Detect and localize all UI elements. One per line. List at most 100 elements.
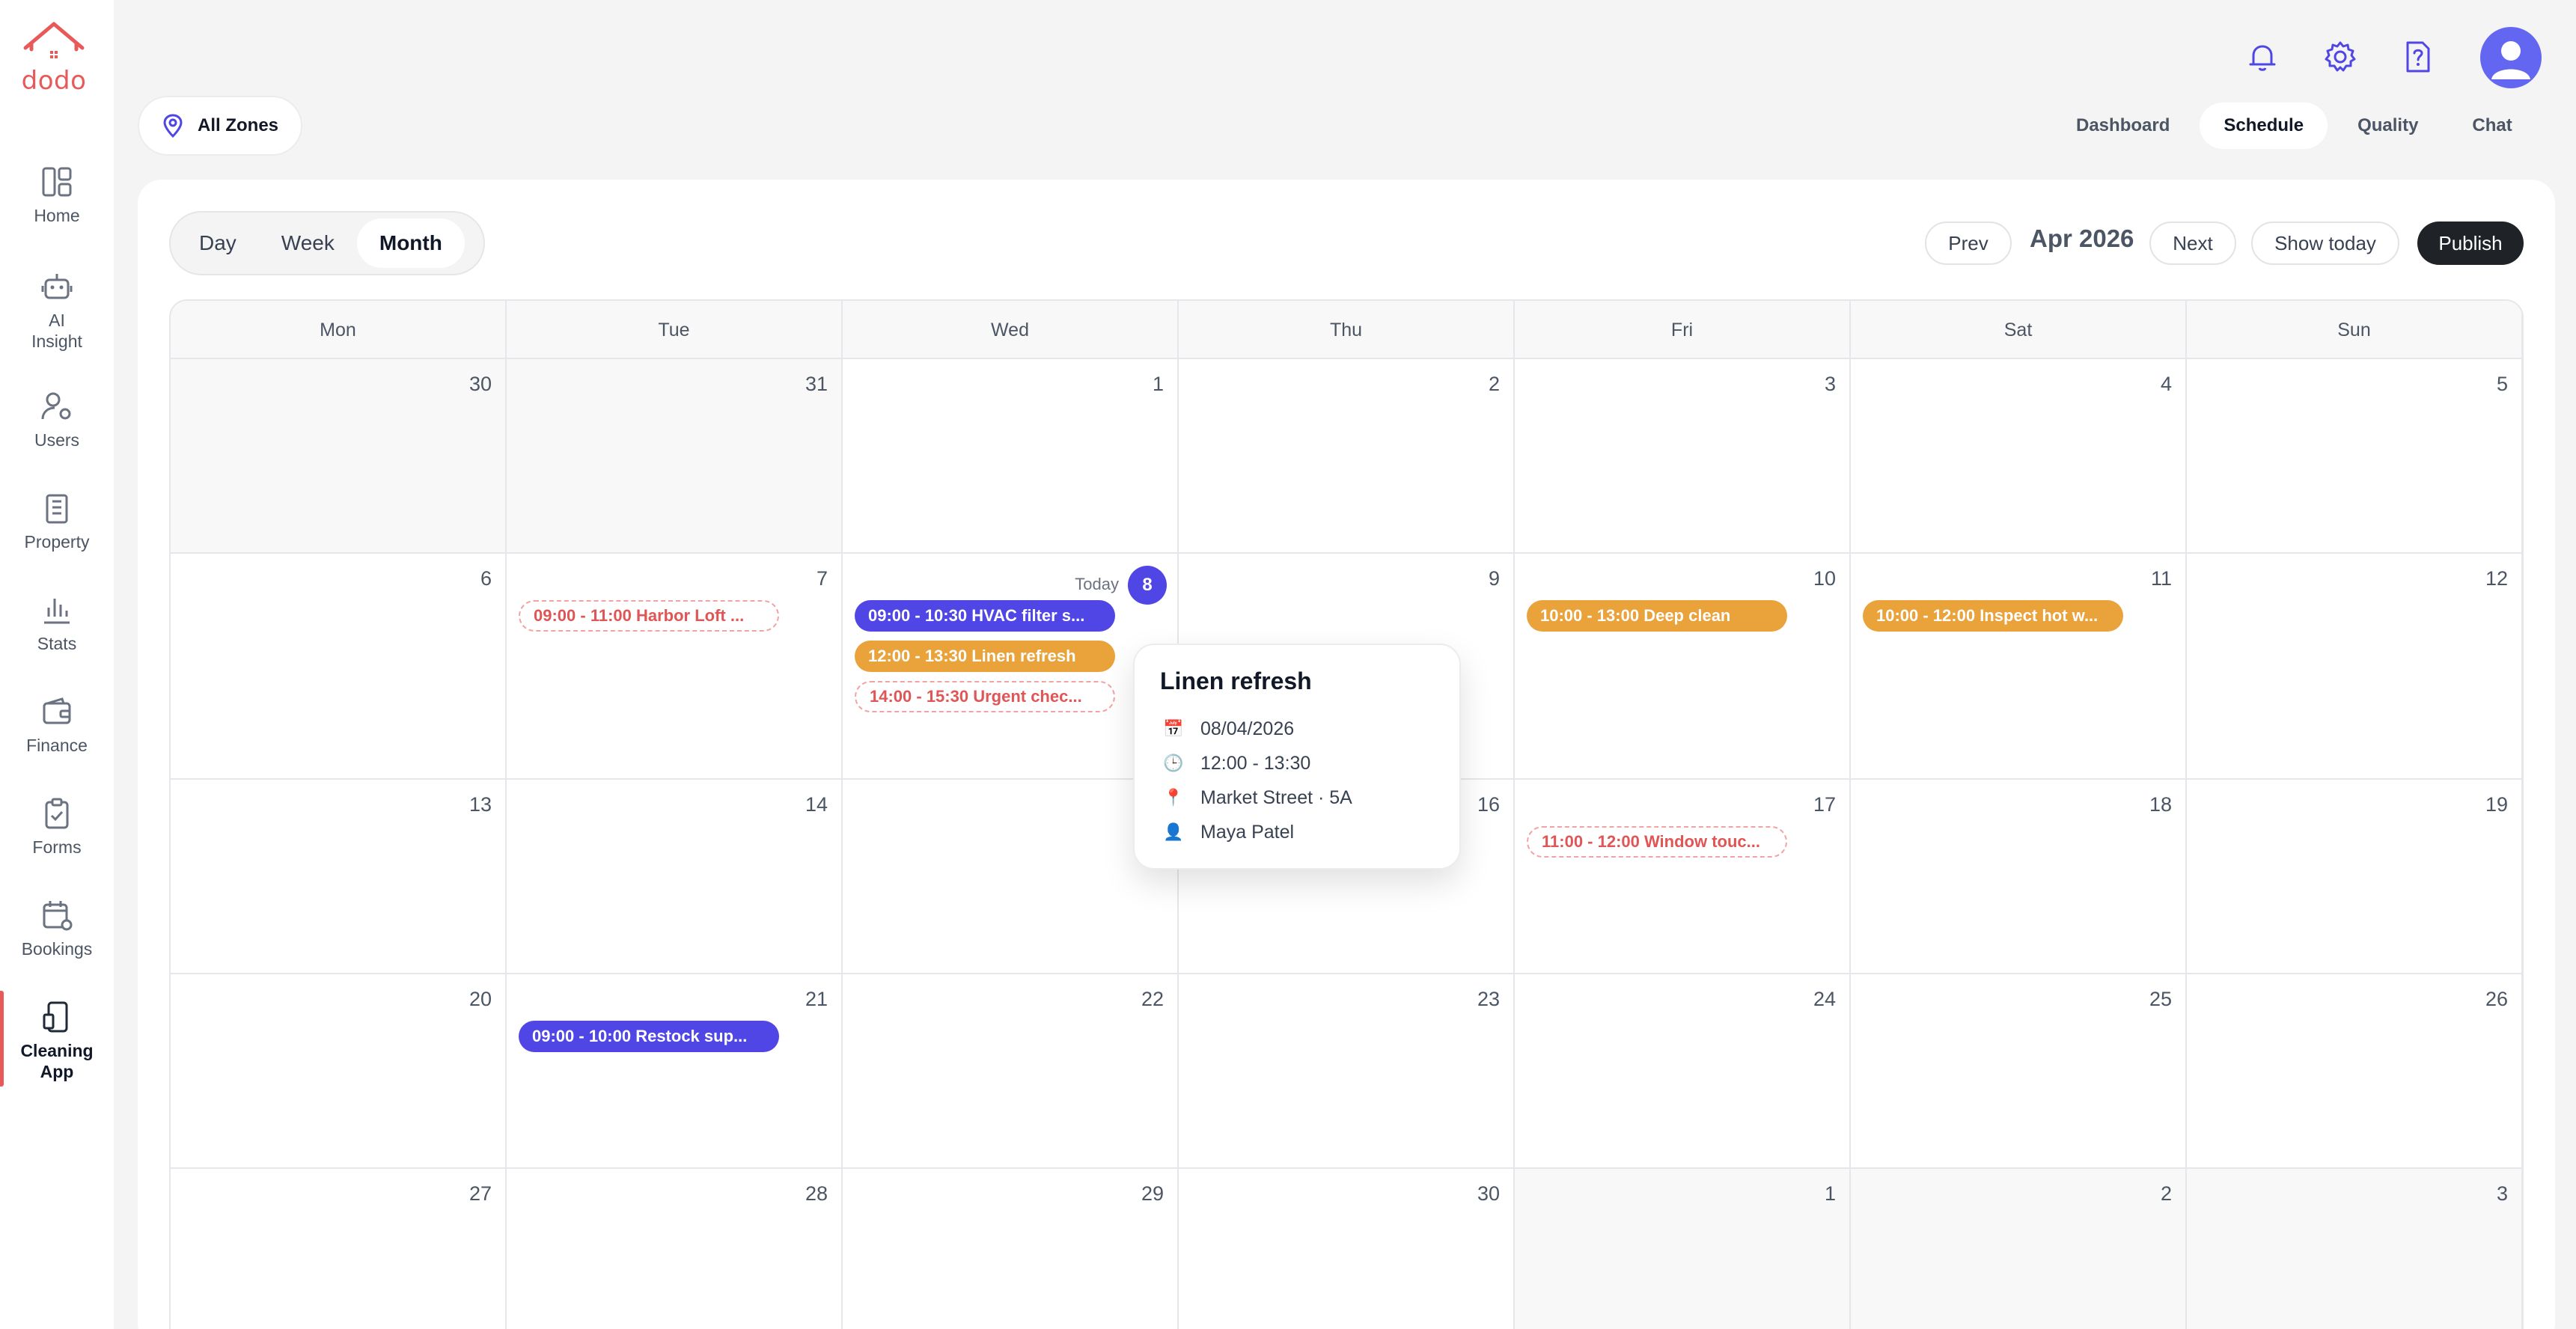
date-number: 14 <box>805 793 828 816</box>
calendar-event[interactable]: 10:00 - 12:00 Inspect hot w... <box>1863 600 2123 632</box>
calendar-day-cell[interactable]: 26 <box>2187 974 2522 1169</box>
calendar-event[interactable]: 11:00 - 12:00 Window touc... <box>1527 826 1787 858</box>
weekday-sat: Sat <box>1851 301 2187 359</box>
calendar-event[interactable]: 09:00 - 10:00 Restock sup... <box>519 1021 779 1052</box>
tab-chat[interactable]: Chat <box>2448 103 2536 149</box>
event-label: 09:00 - 10:30 HVAC filter s... <box>868 606 1085 625</box>
calendar-day-cell[interactable]: 10 10:00 - 13:00 Deep clean <box>1515 554 1851 780</box>
calendar-day-cell[interactable]: 2 <box>1179 359 1515 554</box>
calendar-event[interactable]: 14:00 - 15:30 Urgent chec... <box>855 681 1115 712</box>
popover-title: Linen refresh <box>1160 667 1312 694</box>
popover-date-row: 📅 08/04/2026 <box>1160 712 1434 746</box>
calendar-event[interactable]: 10:00 - 13:00 Deep clean <box>1527 600 1787 632</box>
calendar-day-cell[interactable]: 18 <box>1851 780 2187 974</box>
clipboard-check-icon <box>45 798 69 829</box>
zone-selector[interactable]: All Zones <box>138 96 302 156</box>
calendar-day-cell[interactable]: 5 <box>2187 359 2522 554</box>
building-icon <box>46 494 68 524</box>
next-button[interactable]: Next <box>2149 222 2236 265</box>
calendar-day-cell[interactable]: 7 09:00 - 11:00 Harbor Loft ... <box>507 554 843 780</box>
date-number: 24 <box>1813 988 1836 1010</box>
view-month[interactable]: Month <box>356 219 465 268</box>
calendar-day-cell[interactable]: 25 <box>1851 974 2187 1169</box>
calendar-day-cell[interactable]: 30 <box>171 359 507 554</box>
date-number: 21 <box>805 988 828 1010</box>
calendar-day-cell[interactable]: 11 10:00 - 12:00 Inspect hot w... <box>1851 554 2187 780</box>
calendar-day-cell[interactable]: 15 <box>843 780 1179 974</box>
date-number: 16 <box>1477 793 1500 816</box>
date-number: 7 <box>816 567 828 590</box>
sidebar-item-label: Stats <box>37 634 77 653</box>
view-week[interactable]: Week <box>259 219 357 268</box>
settings-button[interactable] <box>2319 36 2361 78</box>
sidebar-item-property[interactable]: Property <box>0 491 114 552</box>
calendar-day-cell[interactable]: 30 <box>1179 1169 1515 1329</box>
date-number: 22 <box>1141 988 1164 1010</box>
sidebar-item-users[interactable]: Users <box>0 389 114 450</box>
tab-schedule[interactable]: Schedule <box>2200 103 2328 149</box>
sidebar-item-finance[interactable]: Finance <box>0 694 114 756</box>
sidebar-item-bookings[interactable]: Bookings <box>0 898 114 959</box>
show-today-button[interactable]: Show today <box>2251 222 2399 265</box>
calendar-day-cell[interactable]: 19 <box>2187 780 2522 974</box>
calendar-day-cell[interactable]: 21 09:00 - 10:00 Restock sup... <box>507 974 843 1169</box>
tab-quality[interactable]: Quality <box>2334 103 2442 149</box>
calendar-day-cell[interactable]: Today 8 09:00 - 10:30 HVAC filter s... 12:0… <box>843 554 1179 780</box>
weekday-sun: Sun <box>2187 301 2522 359</box>
map-pin-icon <box>163 114 183 138</box>
calendar-day-cell[interactable]: 3 <box>2187 1169 2522 1329</box>
calendar-day-cell[interactable]: 4 <box>1851 359 2187 554</box>
calendar-event[interactable]: 09:00 - 11:00 Harbor Loft ... <box>519 600 779 632</box>
sidebar-item-home[interactable]: Home <box>0 165 114 226</box>
calendar-event[interactable]: 12:00 - 13:30 Linen refresh <box>855 641 1115 672</box>
date-number: 9 <box>1488 567 1500 590</box>
tab-dashboard[interactable]: Dashboard <box>2052 103 2194 149</box>
calendar-icon: 📅 <box>1163 719 1184 739</box>
date-number: 23 <box>1477 988 1500 1010</box>
calendar-day-cell[interactable]: 3 <box>1515 359 1851 554</box>
sidebar-item-stats[interactable]: Stats <box>0 593 114 654</box>
calendar-day-cell[interactable]: 17 11:00 - 12:00 Window touc... <box>1515 780 1851 974</box>
calendar-day-cell[interactable]: 1 <box>1515 1169 1851 1329</box>
date-number: 27 <box>468 1182 492 1205</box>
dodo-logo[interactable]: dodo <box>15 18 93 96</box>
avatar[interactable] <box>2480 27 2542 88</box>
weekday-fri: Fri <box>1515 301 1851 359</box>
calendar-day-cell[interactable]: 20 <box>171 974 507 1169</box>
sidebar-item-forms[interactable]: Forms <box>0 796 114 858</box>
bar-chart-icon <box>44 599 70 624</box>
date-number: 20 <box>468 988 492 1010</box>
view-day[interactable]: Day <box>177 219 259 268</box>
calendar-day-cell[interactable]: 2 <box>1851 1169 2187 1329</box>
date-number: 10 <box>1813 567 1836 590</box>
calendar-day-cell[interactable]: 29 <box>843 1169 1179 1329</box>
calendar-gear-icon <box>43 901 73 931</box>
calendar-day-cell[interactable]: 31 <box>507 359 843 554</box>
calendar-day-cell[interactable]: 14 <box>507 780 843 974</box>
calendar-day-cell[interactable]: 1 <box>843 359 1179 554</box>
calendar-day-cell[interactable]: 23 <box>1179 974 1515 1169</box>
calendar-day-cell[interactable]: 24 <box>1515 974 1851 1169</box>
weekday-thu: Thu <box>1179 301 1515 359</box>
sidebar-item-cleaning-app[interactable]: Cleaning App <box>0 991 114 1087</box>
calendar-day-cell[interactable]: 12 <box>2187 554 2522 780</box>
calendar-event[interactable]: 09:00 - 10:30 HVAC filter s... <box>855 600 1115 632</box>
user-gear-icon <box>41 392 71 420</box>
date-number: 19 <box>2485 793 2508 816</box>
sidebar-item-ai-insight[interactable]: AI Insight <box>0 269 114 352</box>
notifications-button[interactable] <box>2241 36 2283 78</box>
sidebar-item-label: Forms <box>32 837 82 857</box>
date-number: 25 <box>2149 988 2172 1010</box>
layout-icon <box>42 167 72 197</box>
clock-icon: 🕒 <box>1163 754 1184 773</box>
publish-button[interactable]: Publish <box>2417 222 2524 265</box>
calendar-day-cell[interactable]: 6 <box>171 554 507 780</box>
calendar-day-cell[interactable]: 22 <box>843 974 1179 1169</box>
calendar-day-cell[interactable]: 27 <box>171 1169 507 1329</box>
calendar-day-cell[interactable]: 28 <box>507 1169 843 1329</box>
prev-button[interactable]: Prev <box>1925 222 2012 265</box>
sidebar-item-label: Bookings <box>21 939 93 959</box>
date-number: 5 <box>2496 373 2508 395</box>
help-button[interactable] <box>2397 36 2439 78</box>
calendar-day-cell[interactable]: 13 <box>171 780 507 974</box>
